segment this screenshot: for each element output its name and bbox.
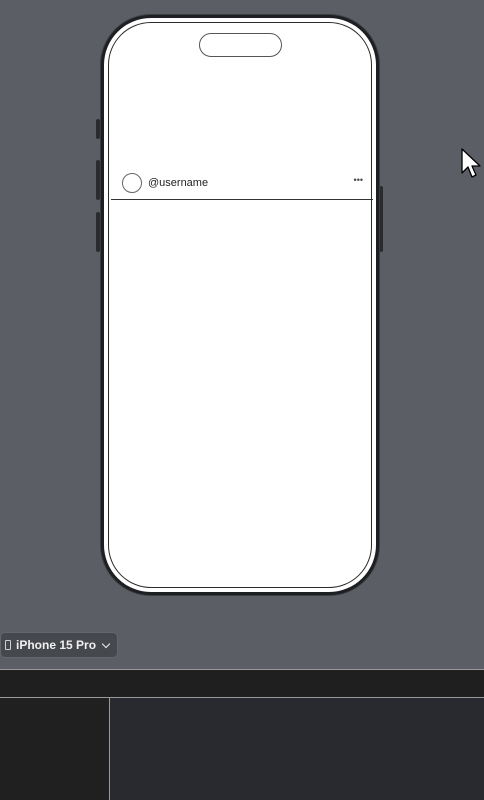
variables-pane[interactable] bbox=[0, 698, 110, 800]
more-options-icon[interactable]: ••• bbox=[354, 175, 363, 185]
mouse-cursor-icon bbox=[461, 148, 481, 178]
post-header: @username ••• bbox=[111, 171, 373, 200]
device-selector-button[interactable]: iPhone 15 Pro bbox=[0, 632, 119, 658]
iphone-icon bbox=[5, 640, 11, 650]
power-button bbox=[379, 186, 383, 252]
phone-frame: @username ••• bbox=[101, 15, 379, 595]
chevron-down-icon bbox=[101, 639, 111, 648]
phone-screen[interactable]: @username ••• bbox=[104, 18, 376, 592]
screen-outline bbox=[108, 22, 372, 588]
username-label[interactable]: @username bbox=[148, 177, 208, 189]
console-pane[interactable] bbox=[110, 698, 484, 800]
volume-up-button bbox=[96, 160, 100, 200]
avatar[interactable] bbox=[122, 173, 142, 193]
action-button bbox=[96, 119, 100, 139]
volume-down-button bbox=[96, 212, 100, 252]
device-selector-label: iPhone 15 Pro bbox=[16, 638, 97, 652]
dynamic-island bbox=[199, 33, 282, 57]
debug-toolbar bbox=[0, 669, 484, 698]
preview-canvas: @username ••• iPhone 15 Pro bbox=[0, 0, 484, 669]
